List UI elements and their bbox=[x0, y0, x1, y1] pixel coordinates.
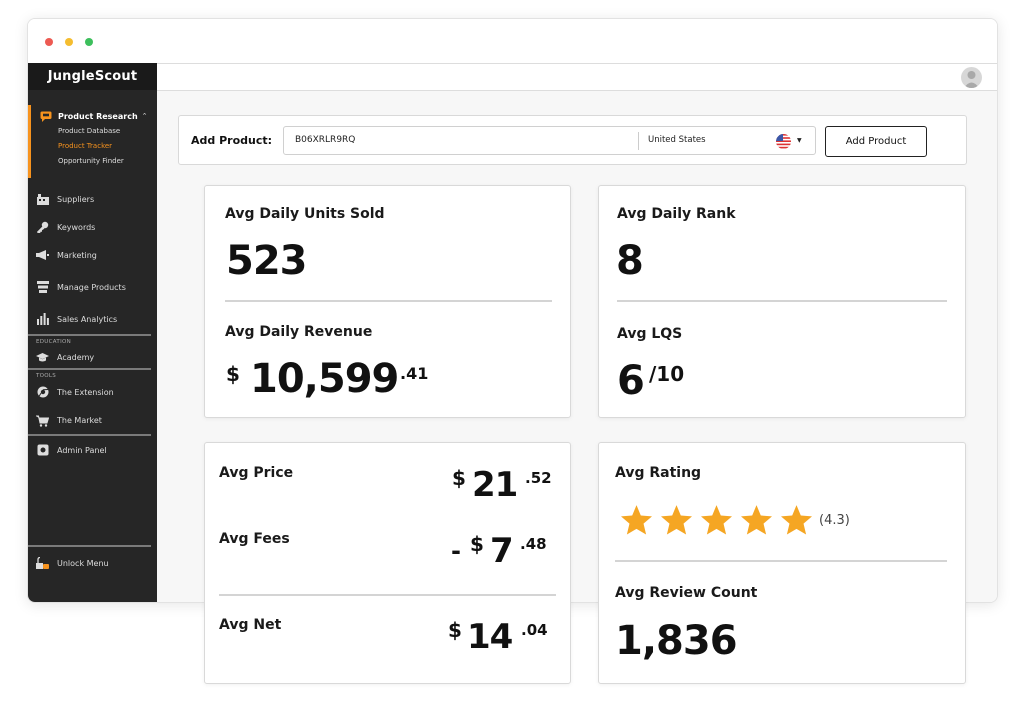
sidebar-item-academy[interactable]: Academy bbox=[28, 346, 157, 368]
sidebar-item-keywords[interactable]: Keywords bbox=[28, 212, 157, 242]
country-select[interactable]: United States bbox=[648, 127, 706, 154]
sidebar-item-label: Suppliers bbox=[57, 194, 95, 204]
card-divider bbox=[225, 300, 552, 302]
title-bar bbox=[28, 19, 997, 63]
sidebar-item-label: Product Research bbox=[58, 111, 138, 121]
price-currency: $ bbox=[452, 466, 466, 490]
admin-shield-icon bbox=[36, 444, 49, 456]
sidebar: JungleScout Product Research ⌃ Product D… bbox=[28, 63, 157, 602]
units-label: Avg Daily Units Sold bbox=[225, 206, 385, 222]
sidebar-item-label: Academy bbox=[57, 352, 95, 362]
megaphone-icon bbox=[36, 249, 49, 261]
sidebar-subitem-opportunity-finder[interactable]: Opportunity Finder bbox=[40, 153, 157, 170]
rating-card: Avg Rating (4.3) Avg Review Count 1,836 bbox=[598, 442, 966, 684]
reviews-value: 1,836 bbox=[615, 618, 738, 664]
bar-chart-icon bbox=[36, 313, 49, 325]
rank-value: 8 bbox=[616, 238, 644, 284]
section-label-tools: TOOLS bbox=[36, 373, 57, 379]
star-icon bbox=[781, 505, 812, 535]
brand-logo[interactable]: JungleScout bbox=[28, 63, 157, 90]
net-whole: 14 bbox=[467, 617, 513, 657]
unlock-icon bbox=[36, 557, 49, 569]
us-flag-icon[interactable] bbox=[776, 134, 791, 149]
sidebar-item-label: Unlock Menu bbox=[57, 558, 109, 568]
star-icon bbox=[701, 505, 732, 535]
fees-minus: - bbox=[451, 537, 461, 565]
card-divider bbox=[219, 594, 556, 596]
graduation-cap-icon bbox=[36, 351, 49, 363]
sidebar-item-product-research[interactable]: Product Research ⌃ bbox=[40, 109, 157, 123]
sidebar-item-label: The Extension bbox=[57, 387, 114, 397]
revenue-label: Avg Daily Revenue bbox=[225, 324, 373, 340]
sidebar-divider bbox=[28, 545, 151, 547]
chevron-up-icon: ⌃ bbox=[141, 112, 148, 120]
chevron-down-icon[interactable]: ▼ bbox=[797, 127, 802, 154]
sidebar-item-label: Sales Analytics bbox=[57, 314, 118, 324]
top-bar bbox=[157, 63, 997, 91]
price-whole: 21 bbox=[472, 465, 518, 505]
product-research-section: Product Research ⌃ Product Database Prod… bbox=[28, 105, 157, 178]
card-divider bbox=[615, 560, 947, 562]
sidebar-item-marketing[interactable]: Marketing bbox=[28, 240, 157, 270]
chat-bubble-icon bbox=[40, 111, 52, 122]
user-avatar[interactable] bbox=[961, 67, 982, 88]
revenue-cents: .41 bbox=[400, 364, 429, 383]
rating-label: Avg Rating bbox=[615, 465, 702, 481]
rank-card: Avg Daily Rank 8 Avg LQS 6 /10 bbox=[598, 185, 966, 418]
price-label: Avg Price bbox=[219, 465, 294, 481]
sidebar-item-label: The Market bbox=[57, 416, 102, 425]
sidebar-item-unlock-menu[interactable]: Unlock Menu bbox=[28, 551, 109, 575]
maximize-window-button[interactable] bbox=[85, 38, 93, 46]
section-label-education: EDUCATION bbox=[36, 339, 72, 345]
revenue-whole: 10,599 bbox=[250, 356, 399, 402]
add-product-bar: Add Product: B06XRLR9RQ United States ▼ … bbox=[178, 115, 967, 165]
chrome-icon bbox=[36, 386, 49, 398]
net-label: Avg Net bbox=[219, 617, 282, 633]
asin-value: B06XRLR9RQ bbox=[295, 135, 356, 145]
close-window-button[interactable] bbox=[45, 38, 53, 46]
lqs-value: 6 bbox=[617, 358, 645, 404]
sidebar-item-sales-analytics[interactable]: Sales Analytics bbox=[28, 304, 157, 334]
stack-icon bbox=[36, 281, 49, 293]
sales-card: Avg Daily Units Sold 523 Avg Daily Reven… bbox=[204, 185, 571, 418]
sidebar-item-label: Admin Panel bbox=[57, 445, 107, 455]
profit-card: Avg Price $ 21 .52 Avg Fees - $ 7 .48 Av… bbox=[204, 442, 571, 684]
fees-whole: 7 bbox=[490, 531, 514, 571]
fees-currency: $ bbox=[470, 532, 484, 556]
star-icon bbox=[621, 505, 652, 535]
sidebar-item-label: Manage Products bbox=[57, 282, 126, 292]
sidebar-item-admin-panel[interactable]: Admin Panel bbox=[28, 436, 157, 464]
star-rating: (4.3) bbox=[619, 504, 850, 537]
card-divider bbox=[617, 300, 947, 302]
minimize-window-button[interactable] bbox=[65, 38, 73, 46]
revenue-currency: $ bbox=[226, 362, 240, 386]
add-product-button[interactable]: Add Product bbox=[825, 126, 927, 157]
user-icon bbox=[964, 71, 979, 88]
cart-icon bbox=[36, 415, 49, 427]
rating-value: (4.3) bbox=[819, 513, 850, 528]
sidebar-item-manage-products[interactable]: Manage Products bbox=[28, 272, 157, 302]
price-cents: .52 bbox=[525, 469, 552, 487]
fees-cents: .48 bbox=[520, 535, 547, 553]
sidebar-item-suppliers[interactable]: Suppliers bbox=[28, 184, 157, 214]
sidebar-item-label: Keywords bbox=[57, 222, 96, 232]
net-cents: .04 bbox=[521, 621, 548, 639]
sidebar-item-label: Marketing bbox=[57, 250, 97, 260]
sidebar-item-the-extension[interactable]: The Extension bbox=[28, 380, 157, 404]
star-icon bbox=[661, 505, 692, 535]
key-icon bbox=[36, 221, 49, 233]
lqs-label: Avg LQS bbox=[617, 326, 683, 342]
input-divider bbox=[638, 132, 639, 150]
asin-input[interactable]: B06XRLR9RQ United States ▼ bbox=[283, 126, 816, 155]
lqs-denominator: /10 bbox=[649, 362, 685, 386]
reviews-label: Avg Review Count bbox=[615, 585, 758, 601]
star-icon bbox=[741, 505, 772, 535]
units-value: 523 bbox=[226, 238, 307, 284]
sidebar-item-the-market[interactable]: The Market bbox=[28, 404, 157, 437]
rank-label: Avg Daily Rank bbox=[617, 206, 736, 222]
net-currency: $ bbox=[448, 618, 462, 642]
add-product-label: Add Product: bbox=[191, 134, 273, 147]
fees-label: Avg Fees bbox=[219, 531, 290, 547]
suppliers-icon bbox=[36, 193, 49, 205]
